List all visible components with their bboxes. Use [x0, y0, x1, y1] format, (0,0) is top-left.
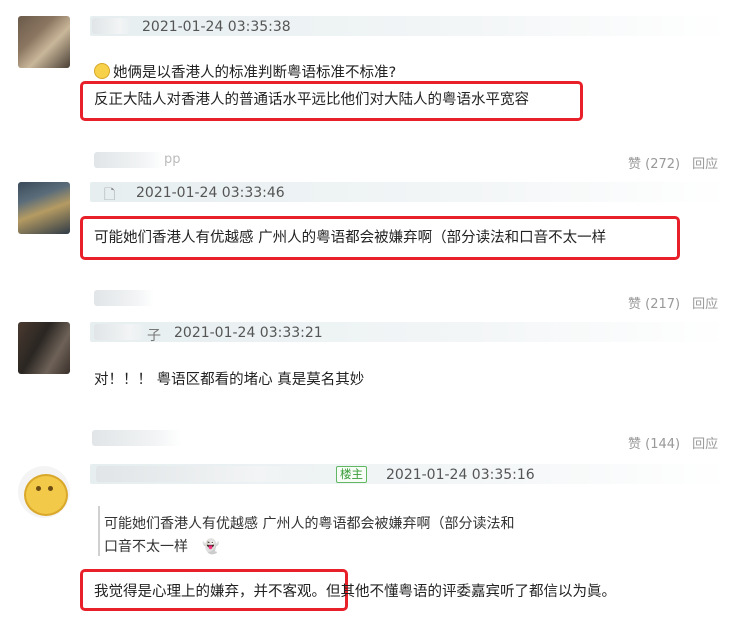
reply-rest: 但其他不懂粤语的评委嘉宾听了都信以为眞。: [326, 584, 616, 600]
grin-emoji-icon: [94, 63, 110, 79]
comment-text-line-2: 反正大陆人对香港人的普通话水平远比他们对大陆人的粤语水平宽容: [94, 92, 529, 108]
username-suffix: 子: [147, 328, 161, 344]
ghost-emoji-icon: 👻: [202, 539, 220, 555]
next-username-blurred[interactable]: [92, 430, 182, 446]
smiley-face-icon: [24, 474, 68, 516]
avatar[interactable]: [18, 466, 70, 518]
avatar[interactable]: [18, 322, 70, 374]
avatar[interactable]: [18, 182, 70, 234]
username-blurred[interactable]: [96, 466, 328, 482]
quote-line-2: 口音不太一样 👻: [104, 539, 220, 555]
reply-button[interactable]: 回应: [692, 297, 718, 312]
eye-icon: [36, 486, 41, 491]
next-username-blurred[interactable]: [94, 290, 154, 306]
comment-actions: 赞 (144) 回应: [628, 433, 718, 452]
comment-actions: 赞 (272) 回应: [628, 153, 718, 172]
comment-timestamp: 2021-01-24 03:33:46: [136, 185, 285, 201]
like-button[interactable]: 赞 (217): [628, 297, 680, 312]
username-suffix: pp: [164, 152, 181, 167]
like-button[interactable]: 赞 (272): [628, 157, 680, 172]
like-button[interactable]: 赞 (144): [628, 437, 680, 452]
document-icon: 🗋: [104, 187, 116, 203]
comment-timestamp: 2021-01-24 03:33:21: [174, 325, 323, 341]
quote-line-1: 可能她们香港人有优越感 广州人的粤语都会被嫌弃啊（部分读法和: [104, 516, 515, 532]
comment-timestamp: 2021-01-24 03:35:16: [386, 467, 535, 483]
username-blurred[interactable]: [94, 324, 146, 340]
eye-icon: [48, 486, 53, 491]
comment-text: 可能她们香港人有优越感 广州人的粤语都会被嫌弃啊（部分读法和口音不太一样: [94, 230, 607, 246]
username-blurred[interactable]: [92, 18, 132, 34]
comment-timestamp: 2021-01-24 03:35:38: [142, 19, 291, 35]
avatar[interactable]: [18, 16, 70, 68]
comment-text-line-1: 她俩是以香港人的标准判断粤语标准不标准?: [94, 61, 396, 82]
reply-button[interactable]: 回应: [692, 157, 718, 172]
reply-button[interactable]: 回应: [692, 437, 718, 452]
comment-text: 对！！！ 粤语区都看的堵心 真是莫名其妙: [94, 372, 365, 388]
op-badge: 楼主: [336, 466, 367, 483]
next-username-blurred[interactable]: [94, 152, 164, 168]
reply-text: 我觉得是心理上的嫌弃，并不客观。但其他不懂粤语的评委嘉宾听了都信以为眞。: [94, 580, 616, 601]
comment-actions: 赞 (217) 回应: [628, 293, 718, 312]
reply-highlight: 我觉得是心理上的嫌弃，并不客观。: [94, 584, 326, 600]
